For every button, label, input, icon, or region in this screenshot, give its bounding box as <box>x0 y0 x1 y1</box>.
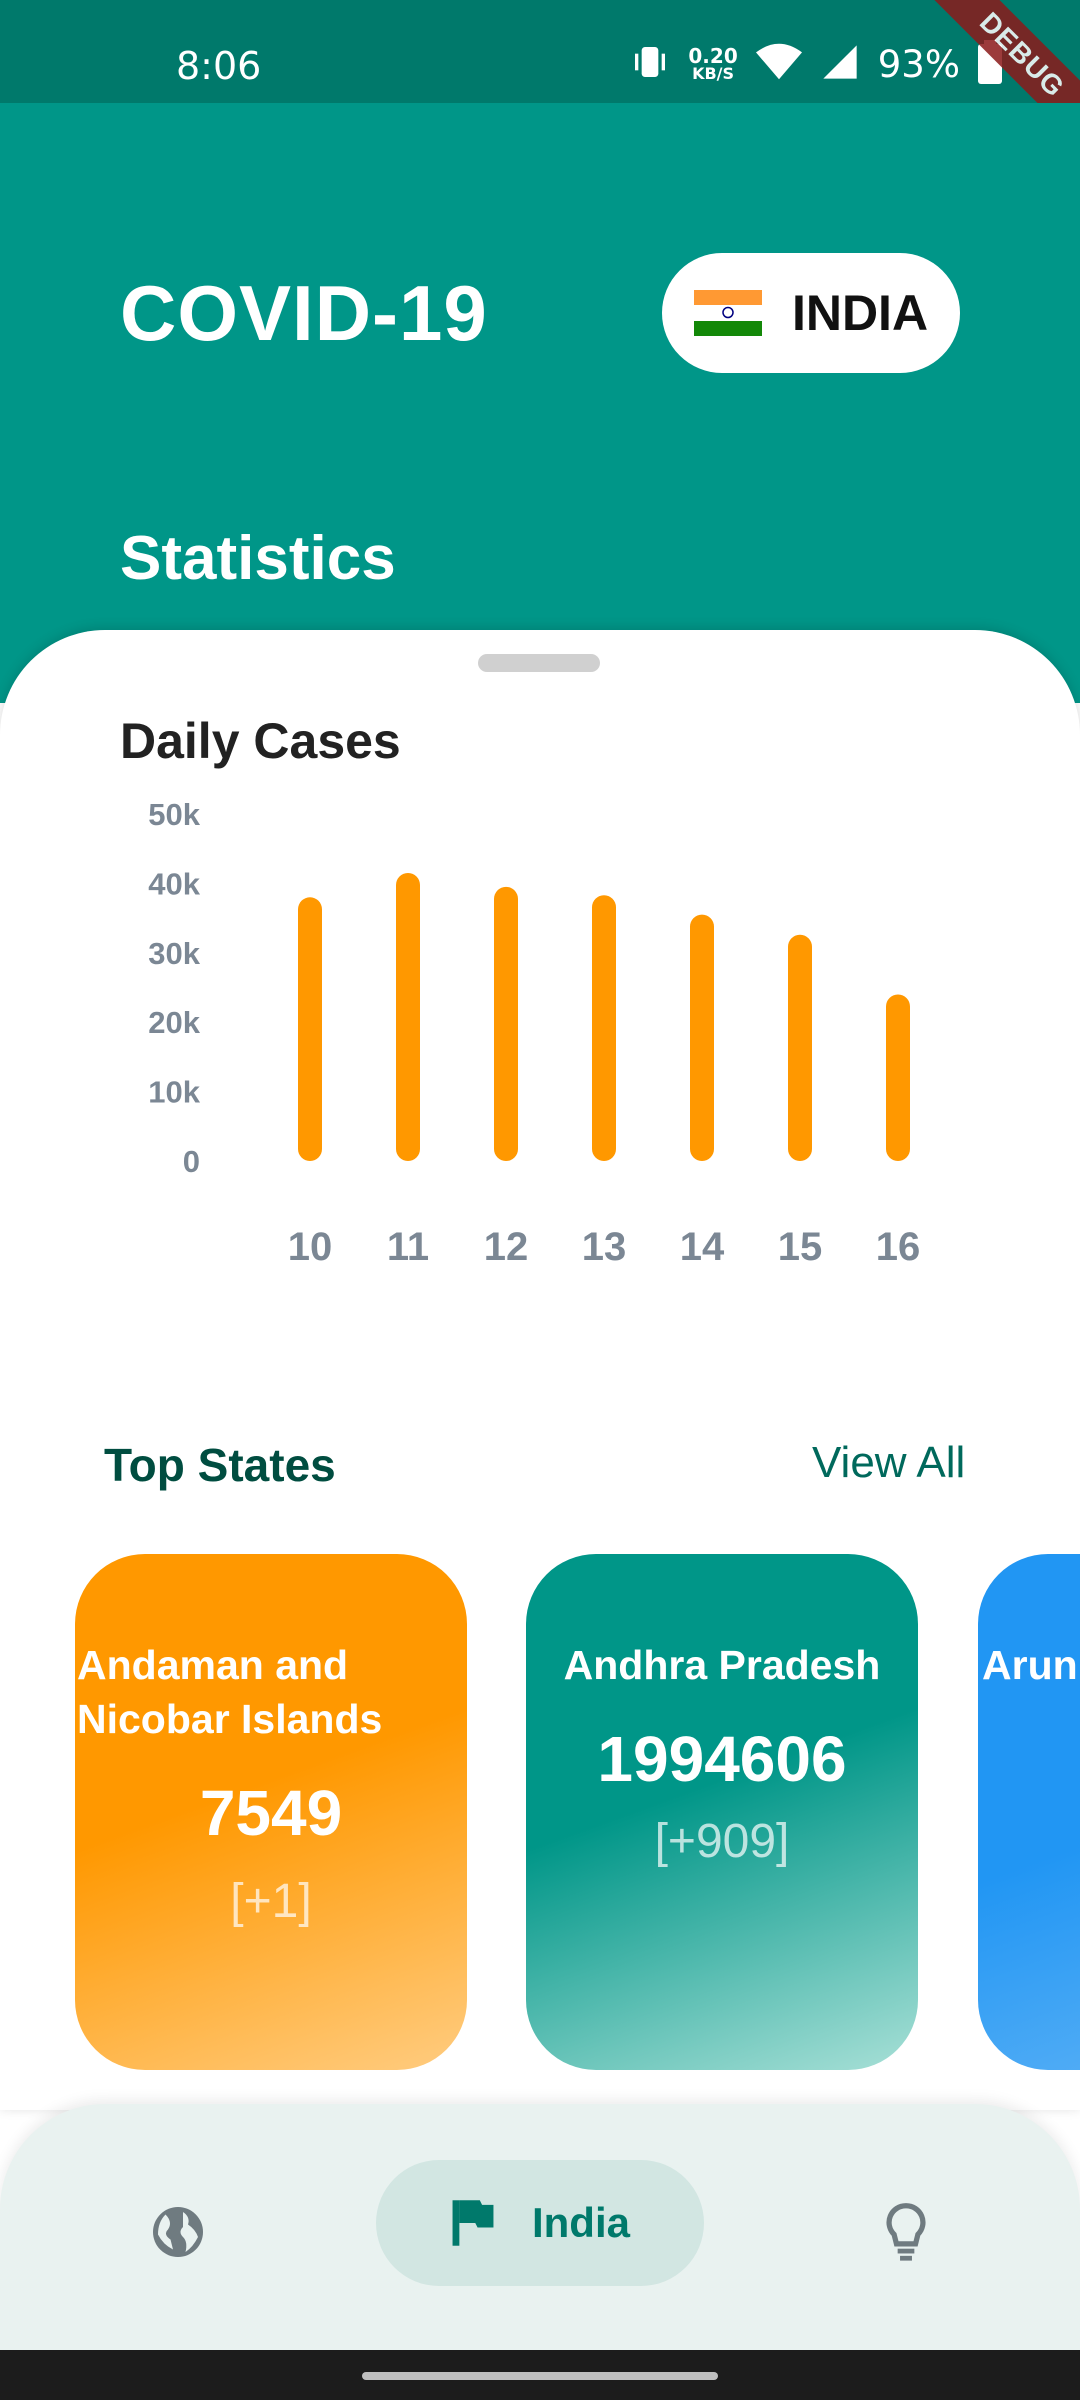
top-states-title: Top States <box>104 1439 336 1491</box>
india-flag-icon <box>693 290 762 336</box>
y-tick-label: 40k <box>148 866 200 901</box>
state-card[interactable]: Andhra Pradesh 1994606 [+909] <box>526 1554 918 2070</box>
state-card[interactable]: Andaman and Nicobar Islands 7549 [+1] <box>75 1554 467 2070</box>
header: COVID-19 INDIA Statistics <box>0 103 1080 703</box>
x-tick-label: 15 <box>778 1225 823 1269</box>
daily-cases-chart: 0 10k 20k 30k 40k 50k 10 11 12 13 14 15 16 <box>148 800 921 1269</box>
top-states-list[interactable]: Andaman and Nicobar Islands 7549 [+1] An… <box>0 1554 1080 2074</box>
chart-bar[interactable] <box>592 895 616 1161</box>
state-case-delta: [+1] <box>230 1875 312 1928</box>
nav-india-label: India <box>531 2199 630 2246</box>
wifi-icon <box>755 42 802 87</box>
vibrate-icon <box>630 42 670 87</box>
y-tick-label: 30k <box>148 936 200 971</box>
state-name: Arun <box>982 1642 1078 1688</box>
x-tick-label: 13 <box>582 1225 627 1269</box>
chart-bar[interactable] <box>494 886 518 1161</box>
state-case-delta: [+909] <box>654 1815 790 1868</box>
battery-level: 93% <box>877 43 960 86</box>
chart-bar[interactable] <box>788 934 812 1161</box>
nav-world[interactable] <box>130 2184 226 2280</box>
y-tick-label: 10k <box>148 1075 200 1110</box>
app-title: COVID-19 <box>120 269 488 357</box>
lightbulb-icon <box>886 2203 926 2261</box>
nav-tips[interactable] <box>858 2184 954 2280</box>
chart-bar[interactable] <box>298 897 322 1161</box>
system-nav-bar <box>0 2350 1080 2400</box>
signal-icon <box>820 42 860 87</box>
state-name: Andaman and Nicobar Islands <box>77 1642 383 1742</box>
statistics-sheet: Daily Cases 0 10k 20k 30k 40k 50k 10 11 12 13 14 15… <box>0 630 1080 2110</box>
chart-title: Daily Cases <box>120 713 401 769</box>
country-selector[interactable]: INDIA <box>662 253 960 373</box>
net-speed-value: 0.20 <box>688 43 738 68</box>
bottom-navigation: India <box>0 2104 1080 2350</box>
state-name: Andhra Pradesh <box>563 1642 881 1688</box>
globe-icon <box>153 2207 203 2257</box>
y-tick-label: 20k <box>148 1005 200 1040</box>
x-tick-label: 16 <box>876 1225 921 1269</box>
y-tick-label: 0 <box>183 1144 200 1179</box>
chart-bar[interactable] <box>886 994 910 1161</box>
net-speed-unit: KB/S <box>692 63 735 83</box>
status-icons: 0.20 KB/S 93% <box>630 40 1002 89</box>
chart-bar[interactable] <box>690 914 714 1161</box>
gesture-bar[interactable] <box>362 2372 718 2380</box>
state-case-count: 7549 <box>199 1777 343 1849</box>
flag-icon <box>452 2200 494 2246</box>
section-title: Statistics <box>120 524 396 593</box>
x-tick-label: 10 <box>288 1225 333 1269</box>
status-time: 8:06 <box>176 44 262 88</box>
state-card[interactable]: Arun <box>978 1554 1080 2070</box>
x-tick-label: 12 <box>484 1225 529 1269</box>
x-tick-label: 11 <box>387 1225 429 1269</box>
y-tick-label: 50k <box>148 800 200 832</box>
nav-india[interactable]: India <box>376 2160 704 2286</box>
view-all-link[interactable]: View All <box>812 1438 965 1488</box>
status-bar: 8:06 0.20 KB/S 93% DEBUG <box>0 0 1080 164</box>
state-case-count: 1994606 <box>597 1723 847 1795</box>
chart-bar[interactable] <box>396 872 420 1161</box>
drag-handle[interactable] <box>478 654 600 672</box>
net-speed: 0.20 KB/S <box>688 43 738 83</box>
x-tick-label: 14 <box>680 1225 725 1269</box>
country-name: INDIA <box>791 285 929 341</box>
